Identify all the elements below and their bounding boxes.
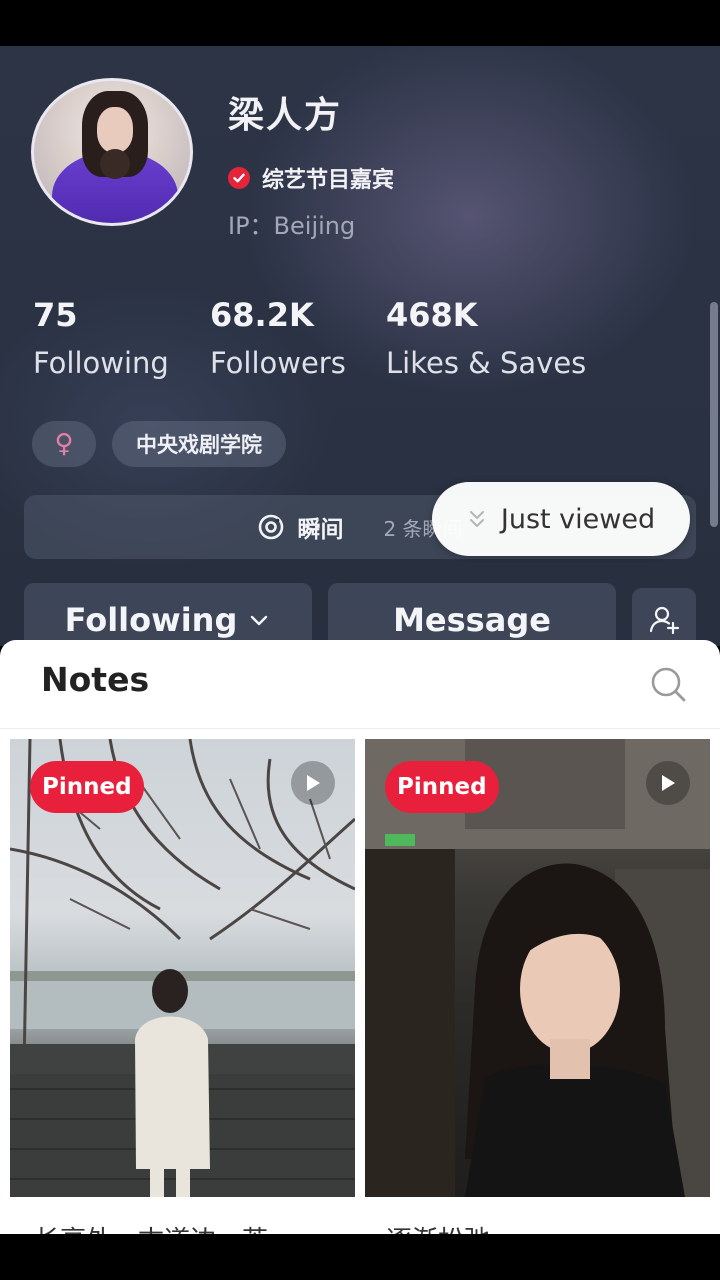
notes-panel: Notes Pinned Pinned — [0, 640, 720, 1234]
search-icon — [651, 667, 686, 702]
verified-label: 综艺节目嘉宾 — [262, 168, 395, 193]
status-bar — [0, 0, 720, 46]
scrollbar[interactable] — [710, 302, 718, 527]
profile-name: 梁人方 — [228, 95, 343, 136]
stat-following-label: Following — [33, 346, 169, 380]
screen: 梁人方 综艺节目嘉宾 IP：Beijing 75 Following 68.2K… — [0, 0, 720, 1280]
play-icon — [291, 761, 335, 805]
message-button-label: Message — [393, 601, 551, 639]
profile-header: 梁人方 综艺节目嘉宾 IP：Beijing 75 Following 68.2K… — [0, 46, 720, 657]
double-chevron-down-icon — [469, 511, 484, 527]
stat-likes-label: Likes & Saves — [386, 346, 587, 380]
female-icon: ♀ — [54, 429, 74, 459]
avatar[interactable] — [31, 78, 193, 226]
note-caption-1[interactable]: 长亭外，古道边，芳 — [34, 1220, 268, 1234]
pinned-badge: Pinned — [385, 761, 499, 813]
note-caption-2[interactable]: 逐渐松弛 — [386, 1220, 490, 1234]
avatar-necklace — [100, 149, 130, 179]
check-icon — [228, 167, 250, 189]
avatar-face — [97, 107, 133, 153]
verified-row: 综艺节目嘉宾 — [228, 162, 394, 194]
chevron-down-icon — [251, 615, 268, 626]
ip-location: IP：Beijing — [228, 212, 356, 240]
stat-followers[interactable]: 68.2K Followers — [210, 296, 346, 380]
stat-likes-saves[interactable]: 468K Likes & Saves — [386, 296, 586, 380]
nav-bar — [0, 1234, 720, 1280]
stat-followers-label: Followers — [210, 346, 346, 380]
add-friend-icon — [649, 606, 680, 635]
just-viewed-button[interactable]: Just viewed — [432, 482, 690, 556]
stat-following[interactable]: 75 Following — [33, 296, 169, 380]
stat-following-value: 75 — [33, 296, 78, 334]
note-card-1[interactable]: Pinned — [10, 739, 355, 1197]
following-button-label: Following — [64, 601, 238, 639]
pinned-badge: Pinned — [30, 761, 144, 813]
search-button[interactable] — [648, 664, 688, 704]
moment-icon — [259, 514, 284, 540]
play-icon — [646, 761, 690, 805]
school-tag: 中央戏剧学院 — [112, 421, 286, 467]
stat-followers-value: 68.2K — [210, 296, 314, 334]
notes-header: Notes — [0, 640, 720, 729]
note-card-2[interactable]: Pinned — [365, 739, 710, 1197]
stat-likes-value: 468K — [386, 296, 478, 334]
moments-title: 瞬间 — [297, 517, 344, 543]
just-viewed-label: Just viewed — [500, 503, 656, 535]
gender-tag: ♀ — [32, 421, 96, 467]
notes-tab[interactable]: Notes — [41, 660, 149, 699]
school-label: 中央戏剧学院 — [136, 433, 262, 457]
